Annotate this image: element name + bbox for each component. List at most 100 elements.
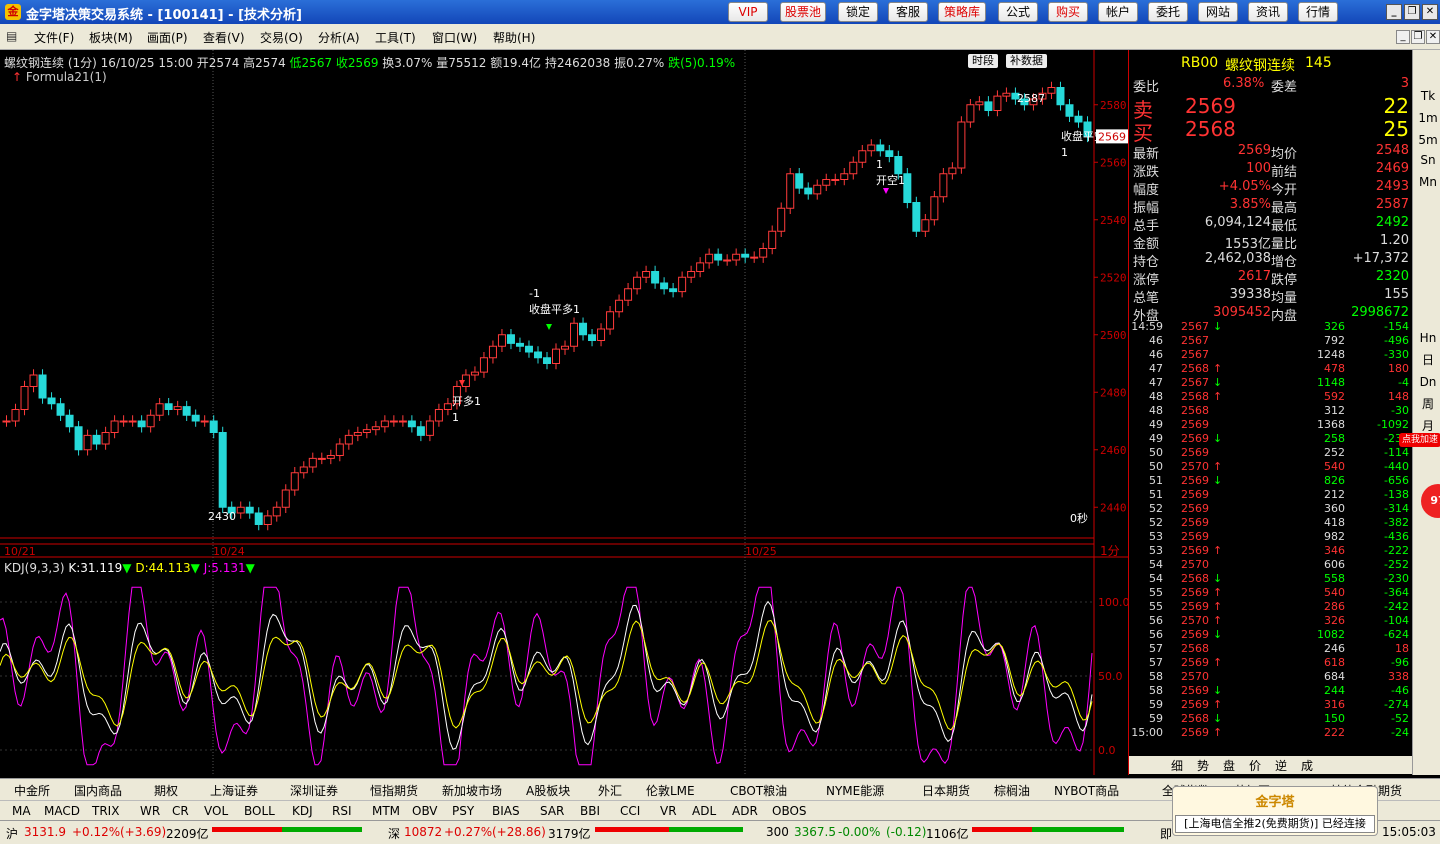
indicator-tab[interactable]: KDJ: [292, 804, 313, 818]
menu-analysis[interactable]: 分析(A): [318, 29, 360, 46]
market-tab[interactable]: 恒指期货: [370, 782, 418, 799]
market-tab[interactable]: 深圳证券: [290, 782, 338, 799]
close-icon[interactable]: ✕: [1422, 4, 1438, 20]
menu-help[interactable]: 帮助(H): [493, 29, 535, 46]
menu-tools[interactable]: 工具(T): [375, 29, 416, 46]
quote-tab[interactable]: 盘: [1223, 757, 1235, 774]
chart-annotation: 2587: [1017, 92, 1045, 105]
market-tab[interactable]: 期权: [154, 782, 178, 799]
quote-tab[interactable]: 成: [1301, 757, 1313, 774]
indicator-tab[interactable]: RSI: [332, 804, 352, 818]
market-tab[interactable]: 国内商品: [74, 782, 122, 799]
h300-up-bar: [972, 827, 1032, 832]
menu-window[interactable]: 窗口(W): [432, 29, 477, 46]
tick-time: 50: [1149, 446, 1163, 459]
account-button[interactable]: 帐户: [1098, 2, 1138, 22]
quote-tab[interactable]: 价: [1249, 757, 1261, 774]
tick-row: 57 2569 ↑ 618 -96: [1129, 656, 1413, 670]
menu-trade[interactable]: 交易(O): [260, 29, 303, 46]
candle: [515, 342, 524, 347]
period-button[interactable]: 1m: [1417, 108, 1439, 128]
period-button[interactable]: Hn: [1417, 328, 1439, 348]
market-tab[interactable]: 新加坡市场: [442, 782, 502, 799]
y-tick-label: 2460: [1100, 444, 1127, 457]
market-tab[interactable]: 上海证券: [210, 782, 258, 799]
period-button[interactable]: 周: [1417, 394, 1439, 414]
indicator-tab[interactable]: BIAS: [492, 804, 520, 818]
candle: [894, 156, 903, 175]
website-button[interactable]: 网站: [1198, 2, 1238, 22]
indicator-tab[interactable]: OBV: [412, 804, 438, 818]
indicator-tab[interactable]: ADL: [692, 804, 716, 818]
stock-pool-button[interactable]: 股票池: [780, 2, 826, 22]
mdi-restore-icon[interactable]: ❐: [1411, 30, 1425, 44]
indicator-tab[interactable]: CR: [172, 804, 189, 818]
menu-block[interactable]: 板块(M): [89, 29, 133, 46]
quote-row: 持仓 2,462,038 增仓 +17,372: [1129, 250, 1413, 270]
menu-file[interactable]: 文件(F): [34, 29, 74, 46]
indicator-tab[interactable]: MA: [12, 804, 31, 818]
market-tab[interactable]: 日本期货: [922, 782, 970, 799]
indicator-tab[interactable]: MACD: [44, 804, 80, 818]
period-button[interactable]: Sn: [1417, 150, 1439, 170]
indicator-tab[interactable]: PSY: [452, 804, 474, 818]
mdi-minimize-icon[interactable]: _: [1396, 30, 1410, 44]
market-tab[interactable]: 伦敦LME: [646, 782, 695, 799]
quote-tab[interactable]: 细: [1171, 757, 1183, 774]
formula-button[interactable]: 公式: [998, 2, 1038, 22]
service-button[interactable]: 客服: [888, 2, 928, 22]
tick-volume: 592: [1324, 390, 1345, 403]
indicator-tab[interactable]: MTM: [372, 804, 400, 818]
indicator-tab[interactable]: TRIX: [92, 804, 119, 818]
vip-button[interactable]: VIP: [728, 2, 768, 22]
fill-data-chip[interactable]: 补数据: [1006, 54, 1047, 68]
strategy-button[interactable]: 策略库: [938, 2, 986, 22]
market-tab[interactable]: NYME能源: [826, 782, 884, 799]
market-tab[interactable]: 棕榈油: [994, 782, 1030, 799]
market-tab[interactable]: NYBOT商品: [1054, 782, 1119, 799]
lock-button[interactable]: 锁定: [838, 2, 878, 22]
indicator-tab[interactable]: BOLL: [244, 804, 275, 818]
mdi-close-icon[interactable]: ✕: [1426, 30, 1440, 44]
price-chart[interactable]: 24302587开多11-1收盘平多1开空11收盘平空110秒 24402460…: [0, 50, 1128, 775]
speedup-badge[interactable]: 点我加速: [1399, 433, 1440, 447]
tick-direction: ↓: [1213, 712, 1223, 725]
period-button[interactable]: Mn: [1417, 172, 1439, 192]
market-tab[interactable]: CBOT粮油: [730, 782, 787, 799]
indicator-tab[interactable]: SAR: [540, 804, 564, 818]
minimize-icon[interactable]: _: [1386, 4, 1402, 20]
quote-cell: +17,372: [1352, 251, 1409, 266]
sh-down-bar: [282, 827, 362, 832]
speed-ball[interactable]: 97: [1421, 484, 1440, 518]
tick-volume: 792: [1324, 334, 1345, 347]
restore-icon[interactable]: ❐: [1404, 4, 1420, 20]
market-tab[interactable]: 中金所: [14, 782, 50, 799]
indicator-tab[interactable]: VOL: [204, 804, 228, 818]
indicator-tab[interactable]: BBI: [580, 804, 600, 818]
menu-view[interactable]: 查看(V): [203, 29, 245, 46]
news-button[interactable]: 资讯: [1248, 2, 1288, 22]
market-tab[interactable]: 外汇: [598, 782, 622, 799]
quotes-button[interactable]: 行情: [1298, 2, 1338, 22]
indicator-tab[interactable]: CCI: [620, 804, 640, 818]
quote-tab[interactable]: 逆: [1275, 757, 1287, 774]
period-chip[interactable]: 时段: [968, 54, 998, 68]
period-button[interactable]: 日: [1417, 350, 1439, 370]
candle: [506, 334, 515, 344]
menu-screen[interactable]: 画面(P): [147, 29, 188, 46]
indicator-tab[interactable]: VR: [660, 804, 677, 818]
indicator-tab[interactable]: ADR: [732, 804, 758, 818]
chart-area[interactable]: 2430 2587 开多1 1 -1 收盘平多1 开空1 1 收盘平空1 1 0秒 2440 2460…: [0, 50, 1128, 775]
connection-popup[interactable]: 金字塔 [上海电信全推2(免费期货)] 已经连接: [1172, 786, 1378, 836]
market-tab[interactable]: A股板块: [526, 782, 570, 799]
tick-volume: 316: [1324, 698, 1345, 711]
quote-tab[interactable]: 势: [1197, 757, 1209, 774]
period-button[interactable]: Dn: [1417, 372, 1439, 392]
entrust-button[interactable]: 委托: [1148, 2, 1188, 22]
tick-price: 2569: [1181, 656, 1209, 669]
period-button[interactable]: 5m: [1417, 130, 1439, 150]
buy-button[interactable]: 购买: [1048, 2, 1088, 22]
period-button[interactable]: Tk: [1417, 86, 1439, 106]
indicator-tab[interactable]: WR: [140, 804, 160, 818]
indicator-tab[interactable]: OBOS: [772, 804, 807, 818]
